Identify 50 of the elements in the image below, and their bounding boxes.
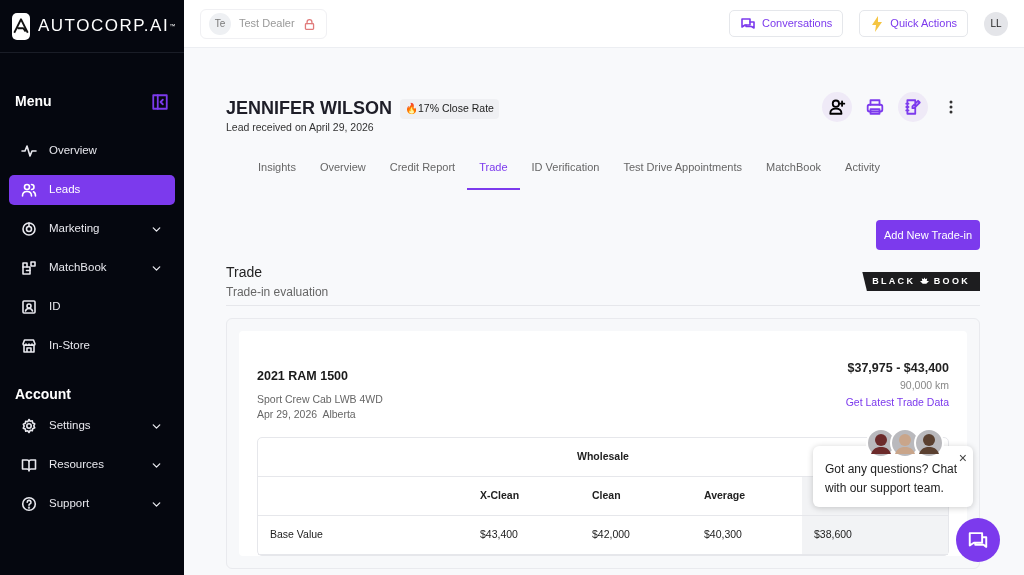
price-range: $37,975 - $43,400 <box>846 359 949 377</box>
sidebar-item[interactable]: Leads <box>9 175 175 205</box>
sidebar-item[interactable]: Marketing <box>9 214 175 244</box>
table-cell: $38,600 <box>802 516 948 555</box>
row-label: Base Value <box>269 527 324 543</box>
header-button[interactable]: Conversations <box>729 10 844 37</box>
section-title: Trade <box>226 262 264 282</box>
vehicle-trim: Sport Crew Cab LWB 4WD <box>257 391 383 407</box>
mileage: 90,000 km <box>898 377 949 393</box>
sidebar-item[interactable]: Support <box>9 489 175 519</box>
close-button[interactable]: × <box>958 448 967 470</box>
header-button[interactable]: Quick Actions <box>859 10 968 37</box>
close-rate-tag: 🔥17% Close Rate <box>400 98 499 119</box>
tab[interactable]: Trade <box>467 153 520 190</box>
chat-message: Got any questions? Chat with our support team. <box>825 461 959 497</box>
tab[interactable]: Insights <box>246 153 308 190</box>
trade-data-link[interactable]: Get Latest Trade Data <box>845 396 949 409</box>
tab[interactable]: Overview <box>307 153 378 190</box>
section-title: Account <box>15 385 71 404</box>
dealer-selector[interactable]: Te Test Dealer <box>200 8 327 39</box>
column-header: Clean <box>591 488 622 504</box>
table-cell-text: $42,000 <box>591 527 631 543</box>
vehicle-date: Apr 29, 2026 <box>257 408 318 421</box>
sidebar-item[interactable]: ID <box>9 292 175 322</box>
section-subtitle: Trade-in evaluation <box>226 283 329 301</box>
tab[interactable]: MatchBook <box>754 153 834 190</box>
tab[interactable]: Test Drive Appointments <box>611 153 754 190</box>
sidebar-item[interactable]: Settings <box>9 411 175 441</box>
dealer-avatar: Te <box>209 12 231 35</box>
section-title: Menu <box>15 92 52 111</box>
brand-logo: BLACK BOOK <box>862 271 980 292</box>
vehicle-region: Alberta <box>322 408 356 421</box>
column-group-header: Wholesale <box>577 449 629 465</box>
tab[interactable]: ID Verification <box>519 153 612 190</box>
table-cell-text: $40,300 <box>703 527 743 543</box>
brand-name: AUTOCORP.AI$^{™}$ <box>38 15 177 38</box>
sidebar-item[interactable]: Resources <box>9 450 175 480</box>
column-header: Average <box>703 488 747 504</box>
table-cell-text: $43,400 <box>479 527 519 543</box>
sidebar-item[interactable]: In-Store <box>9 331 175 361</box>
sidebar-item[interactable]: Overview <box>9 136 175 166</box>
lead-date: Lead received on April 29, 2026 <box>226 119 375 135</box>
user-avatar[interactable]: LL <box>984 11 1008 36</box>
lead-name: JENNIFER WILSON <box>226 98 392 120</box>
tab[interactable]: Activity <box>833 153 892 190</box>
column-header: X-Clean <box>479 488 521 504</box>
add-trade-in-button[interactable]: Add New Trade-in <box>875 219 980 250</box>
sidebar-item[interactable]: MatchBook <box>9 253 175 283</box>
vehicle-title: 2021 RAM 1500 <box>257 367 350 385</box>
tab[interactable]: Credit Report <box>377 153 468 190</box>
